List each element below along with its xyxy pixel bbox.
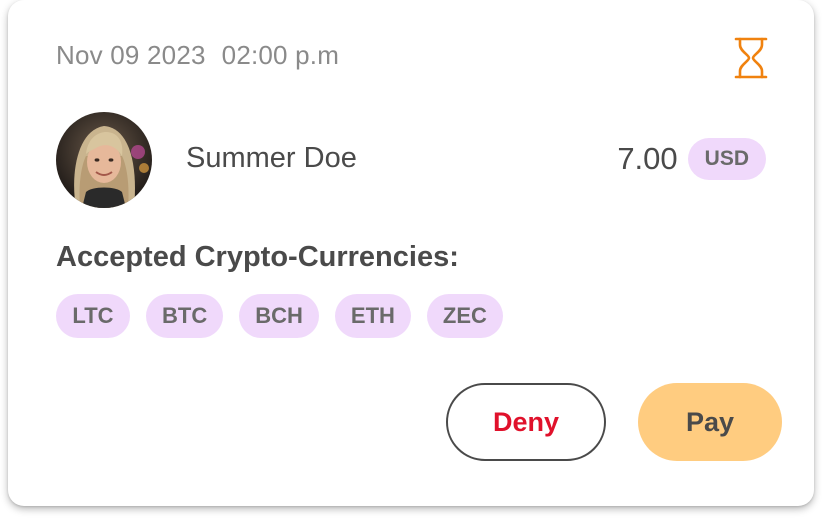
crypto-currency-list: LTC BTC BCH ETH ZEC	[56, 294, 503, 338]
crypto-badge-bch: BCH	[239, 294, 319, 338]
accepted-currencies-label: Accepted Crypto-Currencies:	[56, 241, 459, 273]
crypto-badge-btc: BTC	[146, 294, 224, 338]
crypto-badge-zec: ZEC	[426, 294, 503, 338]
transaction-time: 02:00 p.m	[221, 40, 340, 70]
amount-value: 7.00	[617, 141, 678, 176]
amount-group: 7.00 USD	[617, 138, 766, 180]
pay-button[interactable]: Pay	[638, 383, 782, 461]
deny-button[interactable]: Deny	[446, 383, 606, 461]
transaction-datetime: Nov 09 2023 02:00 p.m	[56, 40, 339, 71]
hourglass-icon	[734, 37, 768, 79]
transaction-date: Nov 09 2023	[56, 40, 206, 70]
payment-request-card: Nov 09 2023 02:00 p.m Summer Doe 7.00 US…	[8, 0, 814, 506]
crypto-badge-eth: ETH	[334, 294, 411, 338]
avatar	[56, 112, 152, 208]
currency-badge: USD	[687, 138, 766, 180]
crypto-badge-ltc: LTC	[56, 294, 130, 338]
user-name: Summer Doe	[186, 142, 357, 174]
